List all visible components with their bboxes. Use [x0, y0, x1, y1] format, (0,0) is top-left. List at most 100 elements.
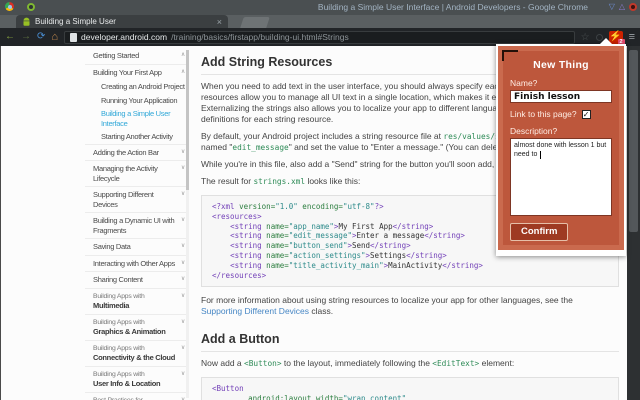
text-run: </string> [442, 261, 483, 270]
paragraph: Now add a <Button> to the layout, immedi… [201, 358, 619, 369]
home-icon[interactable]: ⌂ [51, 30, 58, 44]
sidebar-item-sub-label: Building Apps with [93, 344, 176, 354]
menu-hamburger-icon[interactable]: ≡ [629, 31, 635, 43]
android-favicon-icon [22, 17, 31, 27]
sidebar-item[interactable]: Building Apps withConnectivity & the Clo… [85, 340, 188, 366]
sidebar-item[interactable]: Adding the Action Bar∨ [85, 144, 188, 161]
sidebar-item-label: Saving Data [93, 242, 176, 252]
sidebar-item[interactable]: Getting Started∧ [85, 48, 188, 64]
text-run: Enter a message [357, 231, 425, 240]
window-maximize-button[interactable]: △ [619, 1, 625, 13]
name-label: Name? [510, 78, 619, 88]
browser-tab[interactable]: Building a Simple User × [16, 15, 228, 28]
inline-link[interactable]: Supporting Different Devices [201, 306, 309, 316]
sidebar-item[interactable]: Starting Another Activity [85, 130, 188, 144]
window-close-button[interactable] [629, 3, 637, 11]
sidebar-item[interactable]: Building a Dynamic UI with Fragments∨ [85, 212, 188, 238]
text-run: </string> [393, 222, 434, 231]
sidebar-item-sub-label: Building Apps with [93, 292, 176, 302]
paragraph-line: Supporting Different Devices class. [201, 306, 619, 317]
text-run: "button_send" [289, 241, 348, 250]
sidebar-item-label: Supporting Different Devices [93, 190, 176, 209]
sidebar-item[interactable]: Building Apps withUser Info & Location∨ [85, 366, 188, 392]
sidebar-item[interactable]: Building Your First App∧ [85, 64, 188, 81]
name-input[interactable] [510, 90, 612, 103]
forward-icon[interactable]: → [21, 30, 31, 44]
text-run: encoding= [298, 202, 343, 211]
popup-title: New Thing [503, 59, 619, 71]
code-line: <string name="title_activity_main">MainA… [212, 261, 608, 271]
chevron-down-icon: ∨ [181, 190, 185, 200]
sidebar-item-label: Creating an Android Project [101, 82, 186, 92]
sidebar-item-sub-label: Building Apps with [93, 370, 176, 380]
sidebar-item-label: Sharing Content [93, 275, 176, 285]
url-domain: developer.android.com [81, 32, 167, 42]
sidebar-item[interactable]: Managing the Activity Lifecycle∨ [85, 160, 188, 186]
sidebar-item[interactable]: Building a Simple User Interface [85, 107, 188, 130]
text-run: </string> [406, 251, 447, 260]
url-bar[interactable]: developer.android.com/training/basics/fi… [64, 31, 575, 44]
sidebar-item[interactable]: Interacting with Other Apps∨ [85, 255, 188, 272]
page-scrollbar-thumb[interactable] [629, 50, 638, 232]
sidebar-item[interactable]: Building Apps withGraphics & Animation∨ [85, 314, 188, 340]
extension-popup: New Thing Name? Link to this page? ✓ Des… [496, 44, 626, 256]
text-run: "title_activity_main" [289, 261, 384, 270]
sidebar-item-label: Graphics & Animation [93, 327, 176, 337]
tab-close-icon[interactable]: × [217, 17, 222, 27]
reload-icon[interactable]: ⟳ [37, 30, 45, 44]
text-run: <string [230, 231, 262, 240]
sidebar-item-label: Getting Started [93, 51, 176, 61]
window-minimize-button[interactable]: ▽ [609, 1, 615, 13]
page-scrollbar[interactable] [627, 46, 640, 400]
sidebar-item-label: Building a Dynamic UI with Fragments [93, 216, 176, 235]
chevron-down-icon: ∨ [181, 318, 185, 328]
sidebar-item[interactable]: Sharing Content∨ [85, 271, 188, 288]
sidebar-item[interactable]: Supporting Different Devices ∨ [85, 186, 188, 212]
text-run: "edit_message" [289, 231, 352, 240]
chevron-down-icon: ∨ [181, 396, 185, 400]
text-run: <string [230, 222, 262, 231]
tab-strip: Building a Simple User × [0, 15, 640, 28]
back-icon[interactable]: ← [5, 30, 15, 44]
text-run: "wrap_content" [343, 394, 406, 400]
window-title: Building a Simple User Interface | Andro… [318, 2, 588, 12]
text-run: <Button [212, 384, 244, 393]
text-run: element: [479, 358, 514, 368]
text-run [212, 251, 230, 260]
chevron-down-icon: ∨ [181, 242, 185, 252]
sidebar-item[interactable]: Running Your Application [85, 94, 188, 108]
sidebar-item[interactable]: Best Practices forInteraction & Engageme… [85, 392, 188, 400]
description-textarea[interactable]: almost done with lesson 1 but need to [510, 138, 612, 216]
text-run: Settings [370, 251, 406, 260]
text-run: name= [262, 261, 289, 270]
sidebar-item[interactable]: Building Apps withMultimedia∨ [85, 288, 188, 314]
text-run: looks like this: [305, 176, 360, 186]
chevron-down-icon: ∨ [181, 148, 185, 158]
link-to-page-label: Link to this page? [510, 109, 577, 119]
text-run: While you're in this file, also add a "S… [201, 159, 524, 169]
text-run: </string> [424, 231, 465, 240]
inline-code: <EditText> [432, 359, 479, 368]
text-run: "utf-8" [343, 202, 375, 211]
text-run: </string> [370, 241, 411, 250]
text-run [212, 394, 248, 400]
sidebar-item-label: Managing the Activity Lifecycle [93, 164, 176, 183]
sidebar-item-label: Building a Simple User Interface [101, 109, 186, 128]
code-line: <Button [212, 384, 608, 394]
sidebar-scrollbar[interactable] [186, 50, 189, 398]
sidebar-item[interactable]: Saving Data ∨ [85, 238, 188, 255]
inline-code: edit_message [232, 143, 288, 152]
text-run: Send [352, 241, 370, 250]
text-run: "action_settings" [289, 251, 366, 260]
link-checkbox[interactable]: ✓ [582, 110, 591, 119]
bookmark-star-icon[interactable]: ☆ [581, 32, 590, 43]
text-run: ?> [375, 202, 384, 211]
text-run: name= [262, 222, 289, 231]
text-run: definitions for each string resource. [201, 114, 333, 124]
confirm-button[interactable]: Confirm [510, 223, 568, 241]
sidebar-item[interactable]: Creating an Android Project [85, 80, 188, 94]
sidebar-item-label: Starting Another Activity [101, 132, 186, 142]
popup-frame: New Thing Name? Link to this page? ✓ Des… [498, 46, 624, 250]
section-heading: Add a Button [201, 323, 619, 352]
new-tab-button[interactable] [240, 17, 270, 28]
